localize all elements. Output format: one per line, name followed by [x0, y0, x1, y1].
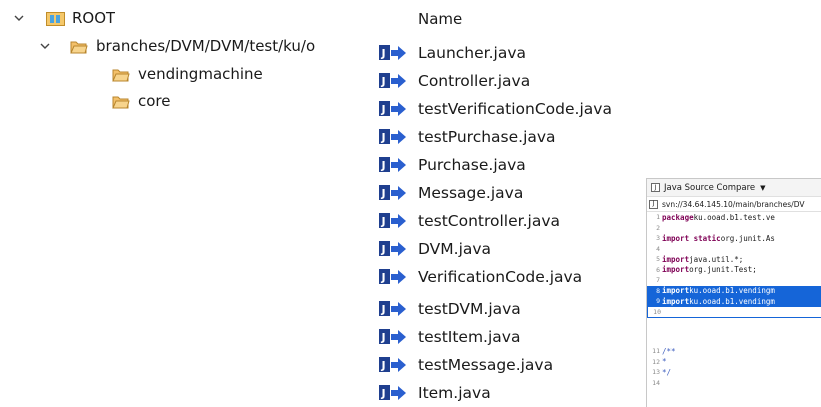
package-folder-icon [70, 39, 88, 54]
file-name: testDVM.java [418, 300, 521, 318]
compare-path: svn://34.64.145.10/main/branches/DV [662, 199, 805, 209]
java-file-incoming-icon: J [378, 127, 408, 147]
svg-text:J: J [381, 271, 386, 284]
code-view[interactable]: 1 package ku.ooad.b1.test.ve 2 3 import st… [647, 212, 821, 318]
file-name: Purchase.java [418, 156, 526, 174]
file-row[interactable]: J Controller.java [372, 67, 821, 95]
tree-item-label: branches/DVM/DVM/test/ku/o [96, 37, 316, 55]
java-file-incoming-icon: J [378, 71, 408, 91]
svg-text:J: J [381, 131, 386, 144]
java-file-incoming-icon: J [378, 99, 408, 119]
file-name: testItem.java [418, 328, 521, 346]
svg-text:J: J [381, 359, 386, 372]
code-line: 5 import java.util.*; [656, 254, 744, 264]
folder-open-icon [46, 11, 65, 26]
code-line: 11/** [652, 346, 676, 356]
compare-title-bar[interactable]: J Java Source Compare ▼ [647, 179, 821, 197]
compare-title: Java Source Compare [664, 182, 756, 193]
java-file-incoming-icon: J [378, 383, 408, 403]
svg-text:J: J [381, 103, 386, 116]
file-name: Launcher.java [418, 44, 527, 62]
code-line: 13 */ [652, 367, 672, 377]
code-line-changed: 8 import ku.ooad.b1.vendingm [647, 285, 821, 296]
svg-text:J: J [381, 187, 386, 200]
compare-path-bar: J svn://34.64.145.10/main/branches/DV [647, 197, 821, 212]
svg-text:J: J [381, 243, 386, 256]
java-source-compare-panel[interactable]: J Java Source Compare ▼ J svn://34.64.14… [646, 178, 821, 407]
tree-item-root[interactable]: ROOT [12, 5, 115, 31]
code-line: 7 [656, 276, 660, 285]
java-file-incoming-icon: J [378, 239, 408, 259]
file-name: Message.java [418, 184, 524, 202]
code-line: 3 import static org.junit.As [656, 233, 775, 243]
chevron-down-icon[interactable] [12, 11, 26, 25]
file-name: DVM.java [418, 240, 492, 258]
java-file-icon: J [651, 183, 660, 192]
code-line: 4 [656, 244, 660, 253]
java-file-icon: J [649, 199, 658, 209]
file-row[interactable]: J Launcher.java [372, 39, 821, 67]
file-row[interactable]: J testPurchase.java [372, 123, 821, 151]
file-name: VerificationCode.java [418, 268, 583, 286]
code-view-lower[interactable]: 11/** 12 * 13 */ 14 [647, 346, 821, 388]
package-folder-icon [112, 67, 130, 82]
tree-item-label: core [138, 92, 171, 110]
file-row[interactable]: J Purchase.java [372, 151, 821, 179]
file-name: testController.java [418, 212, 560, 230]
java-file-incoming-icon: J [378, 43, 408, 63]
java-file-incoming-icon: J [378, 355, 408, 375]
file-name: testVerificationCode.java [418, 100, 612, 118]
file-name: Controller.java [418, 72, 531, 90]
code-line: 2 [656, 223, 660, 232]
tree-item-label: vendingmachine [138, 65, 263, 83]
svg-text:J: J [381, 47, 386, 60]
svg-text:J: J [381, 331, 386, 344]
code-line: 1 package ku.ooad.b1.test.ve [656, 212, 775, 222]
tree-item-core[interactable]: core [112, 88, 171, 114]
file-name: testPurchase.java [418, 128, 556, 146]
svg-text:J: J [381, 159, 386, 172]
chevron-down-icon[interactable] [38, 39, 52, 53]
column-header-name[interactable]: Name [418, 10, 462, 28]
code-line: 6 import org.junit.Test; [656, 265, 757, 275]
java-file-incoming-icon: J [378, 267, 408, 287]
dropdown-arrow-icon[interactable]: ▼ [760, 184, 765, 192]
tree-item-branch[interactable]: branches/DVM/DVM/test/ku/o [38, 33, 372, 59]
file-row[interactable]: J testVerificationCode.java [372, 95, 821, 123]
svg-text:J: J [381, 75, 386, 88]
svg-text:J: J [381, 215, 386, 228]
java-file-incoming-icon: J [378, 211, 408, 231]
java-file-incoming-icon: J [378, 183, 408, 203]
code-line: 10 [647, 306, 821, 318]
svg-text:J: J [381, 303, 386, 316]
java-file-incoming-icon: J [378, 327, 408, 347]
code-line: 14 [652, 378, 660, 387]
java-file-incoming-icon: J [378, 299, 408, 319]
file-name: testMessage.java [418, 356, 554, 374]
tree-item-label: ROOT [72, 9, 116, 27]
code-line-changed: 9 import ku.ooad.b1.vendingm [647, 296, 821, 307]
svg-text:J: J [381, 387, 386, 400]
file-name: Item.java [418, 384, 491, 402]
code-line: 12 * [652, 357, 667, 367]
repository-tree: ROOT branches/DVM/DVM/test/ku/o vendingm… [0, 0, 372, 406]
java-file-incoming-icon: J [378, 155, 408, 175]
package-folder-icon [112, 94, 130, 109]
tree-item-vendingmachine[interactable]: vendingmachine [112, 61, 263, 87]
